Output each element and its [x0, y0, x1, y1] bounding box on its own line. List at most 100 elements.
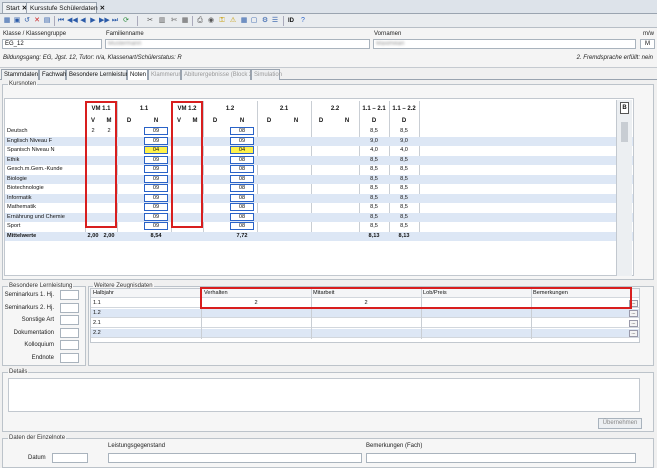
calendar-icon[interactable]: ▦ [240, 17, 248, 25]
grade-n12-input[interactable]: 04 [230, 146, 254, 154]
zeugnis-col-halbjahr: Halbjahr [93, 290, 114, 296]
zeugnis-mitarbeit[interactable] [311, 329, 421, 338]
scissors-icon[interactable]: ✄ [170, 17, 178, 25]
grade-n12-input[interactable]: 08 [230, 184, 254, 192]
tab-stammdaten[interactable]: Stammdaten [1, 69, 39, 80]
more-button[interactable]: ... [629, 330, 638, 337]
column-toggle-button[interactable]: B [620, 102, 629, 114]
besondere-item-field[interactable] [60, 340, 79, 350]
grade-n11-input[interactable]: 09 [144, 127, 168, 135]
tab-label: Stammdaten [4, 72, 39, 78]
zeugnis-verhalten[interactable] [201, 309, 311, 318]
zeugnis-mitarbeit[interactable] [311, 319, 421, 328]
gender-field[interactable]: M [640, 39, 655, 49]
grade-n12-input[interactable]: 08 [230, 155, 254, 164]
grade-n12-input[interactable]: 08 [230, 127, 254, 135]
prev-record-icon[interactable]: ◀ [79, 17, 87, 25]
leistungsgegenstand-field[interactable] [108, 453, 362, 463]
grade-n11-input[interactable]: 09 [144, 136, 168, 145]
summary-row: Mittelwerte 2,00 2,00 8,13 8,13 8,54 7,72 [5, 231, 633, 241]
besondere-item-field[interactable] [60, 290, 79, 300]
class-field[interactable]: EG_12 [2, 39, 102, 49]
cut-icon[interactable]: ✂ [146, 17, 154, 25]
tab-besondere-lernleistung[interactable]: Besondere Lernleistung [66, 69, 132, 80]
zeugnis-verhalten[interactable] [201, 319, 311, 328]
tab-klammerung[interactable]: Klammerung [148, 69, 185, 80]
next-record-icon[interactable]: ▶ [89, 17, 97, 25]
first-name-field[interactable]: Maximilian [373, 39, 636, 49]
tab-noten[interactable]: Noten [127, 69, 148, 80]
settings-icon[interactable]: ⚙ [261, 17, 269, 25]
zeugnis-halbjahr: 2.1 [93, 320, 101, 326]
window-icon[interactable]: ▢ [250, 17, 258, 25]
grade-n12-input[interactable]: 08 [230, 212, 254, 221]
delete-icon[interactable]: ✕ [33, 17, 41, 25]
besondere-item-field[interactable] [60, 352, 79, 363]
more-button[interactable]: ... [629, 310, 638, 317]
tab-simulation[interactable]: Simulation [251, 69, 283, 80]
besondere-item-field[interactable] [60, 302, 79, 313]
more-button[interactable]: ... [629, 320, 638, 327]
grade-n11-input[interactable]: 04 [144, 146, 168, 154]
grade-n11-input[interactable]: 09 [144, 203, 168, 211]
first-record-icon[interactable]: ⏮ [57, 17, 65, 25]
grade-n11-input[interactable]: 09 [144, 184, 168, 192]
grade-n12-input[interactable]: 09 [230, 136, 254, 145]
help-icon[interactable]: ? [299, 17, 307, 25]
next-page-icon[interactable]: ▶▶ [99, 17, 110, 25]
zeugnis-row[interactable]: 1.2... [91, 309, 639, 318]
table-scrollbar[interactable]: B [616, 100, 632, 276]
prev-page-icon[interactable]: ◀◀ [67, 17, 78, 25]
grade-n11-input[interactable]: 09 [144, 222, 168, 230]
grade-n12-input[interactable]: 08 [230, 222, 254, 230]
grade-m11: 2,00 [103, 232, 115, 239]
grade-d22: 9,0 [400, 137, 408, 144]
grade-n12-input[interactable]: 08 [230, 203, 254, 211]
grade-n11-input[interactable]: 09 [144, 212, 168, 221]
toolbar-separator [137, 16, 138, 26]
grade-d22: 8,13 [398, 232, 410, 239]
tab-fachwahl[interactable]: Fachwahl [39, 69, 68, 80]
tab-label: Simulation [254, 72, 283, 78]
grade-n11-input[interactable]: 09 [144, 174, 168, 183]
zeugnis-verhalten[interactable] [201, 329, 311, 338]
print-icon[interactable]: ⎙ [196, 17, 204, 25]
id-icon[interactable]: ID [286, 17, 296, 25]
zeugnis-halbjahr: 1.1 [93, 300, 101, 306]
grade-n12-input[interactable]: 08 [230, 174, 254, 183]
grade-n11-input[interactable]: 09 [144, 193, 168, 202]
undo-icon[interactable]: ↺ [23, 17, 31, 25]
highlight-vm11 [85, 101, 117, 228]
datum-field[interactable] [52, 453, 88, 463]
zeugnis-row[interactable]: 2.1... [91, 319, 639, 328]
tab-label: Besondere Lernleistung [69, 72, 133, 78]
grade-n12-input[interactable]: 08 [230, 165, 254, 173]
refresh-icon[interactable]: ⟳ [122, 17, 130, 25]
grade-n11-input[interactable]: 09 [144, 155, 168, 164]
tab-abiturergebnisse[interactable]: Abiturergebnisse (Block 2) [181, 69, 254, 80]
scroll-thumb[interactable] [621, 122, 628, 142]
key-icon[interactable]: ⚿ [218, 17, 226, 25]
bemerkungen-fach-field[interactable] [366, 453, 636, 463]
close-icon[interactable]: ✕ [100, 5, 105, 12]
grade-n12-input[interactable]: 08 [230, 193, 254, 202]
besondere-item-field[interactable] [60, 315, 79, 325]
grid-icon[interactable]: ▦ [3, 17, 11, 25]
copy-icon[interactable]: ▤ [43, 17, 51, 25]
family-name-field[interactable]: Mustermann [105, 39, 370, 49]
zeugnis-row[interactable]: 2.2... [91, 329, 639, 338]
last-record-icon[interactable]: ⏭ [111, 17, 119, 25]
tab-kursstufe-schuelerdaten[interactable]: Kursstufe Schülerdaten ✕ [26, 2, 105, 13]
save-icon[interactable]: ▣ [13, 17, 21, 25]
list-icon[interactable]: ☰ [271, 17, 279, 25]
grade-n11-input[interactable]: 09 [144, 165, 168, 173]
subject-name: Ernährung und Chemie [7, 213, 65, 220]
besondere-item-field[interactable] [60, 327, 79, 338]
zeugnis-mitarbeit[interactable] [311, 309, 421, 318]
warning-icon[interactable]: ⚠ [229, 17, 237, 25]
paste-icon[interactable]: ▥ [158, 17, 166, 25]
clipboard-icon[interactable]: ▦ [181, 17, 189, 25]
chat-icon[interactable]: ◉ [207, 17, 215, 25]
apply-button[interactable]: Übernehmen [598, 418, 642, 429]
details-textarea[interactable] [8, 378, 640, 412]
